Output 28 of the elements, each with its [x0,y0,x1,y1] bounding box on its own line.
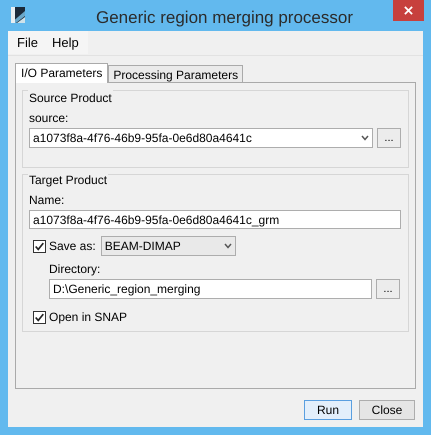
directory-field[interactable]: D:\Generic_region_merging [49,279,372,299]
dropdown-value: BEAM-DIMAP [104,238,181,255]
group-title: Target Product [28,171,108,189]
browse-button[interactable]: ... [376,279,400,299]
window-title: Generic region merging processor [94,7,354,29]
menu-item[interactable]: File [10,31,45,54]
field-label: source: [29,111,70,125]
field-label: Name: [29,193,66,207]
close-icon [404,6,413,15]
dialog-button[interactable]: Close [359,400,415,420]
caret-icon [361,135,369,141]
checkbox[interactable] [33,240,46,252]
close-button[interactable] [393,0,424,21]
app-logo-icon [11,7,25,23]
caret-icon [224,243,232,249]
tab[interactable]: Processing Parameters [108,65,244,82]
browse-button[interactable]: ... [377,128,401,148]
menu-item[interactable]: Help [44,31,86,54]
source-dropdown[interactable]: a1073f8a-4f76-46b9-95fa-0e6d80a4641c [29,128,373,148]
dropdown-value: a1073f8a-4f76-46b9-95fa-0e6d80a4641c [33,130,252,147]
dialog-button[interactable]: Run [304,400,352,420]
checkbox[interactable] [33,310,46,324]
tab[interactable]: I/O Parameters [15,63,108,83]
checkbox-label: Save as: [49,238,96,255]
format-dropdown[interactable]: BEAM-DIMAP [100,236,236,256]
field-label: Directory: [49,262,102,276]
name-field[interactable]: a1073f8a-4f76-46b9-95fa-0e6d80a4641c_grm [29,210,401,229]
checkbox-label: Open in SNAP [49,309,128,326]
